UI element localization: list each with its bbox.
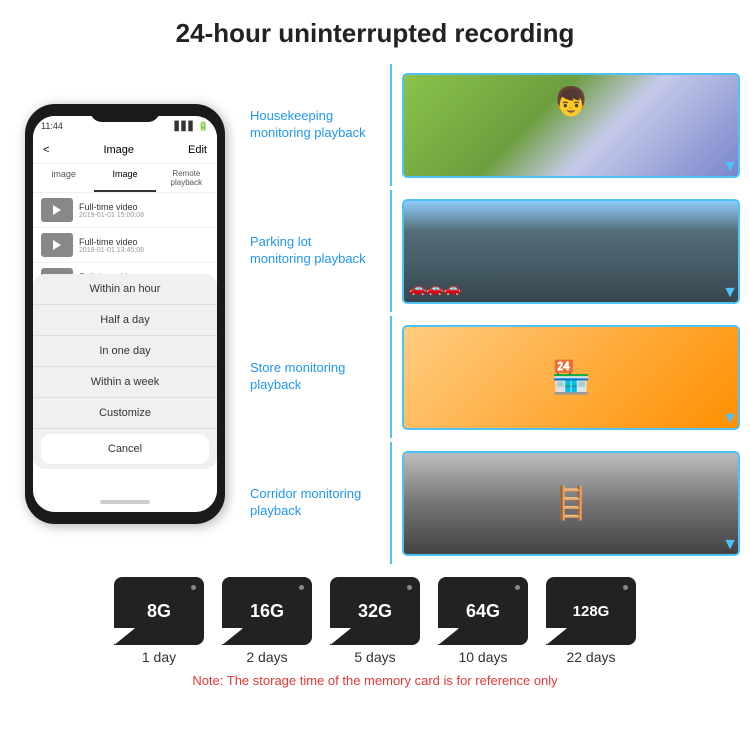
phone-mockup: 11:44 ▋▋▋ 🔋 < Image Edit image Image Rem…	[25, 104, 225, 524]
corridor-photo	[402, 451, 740, 556]
card-notch	[222, 629, 242, 645]
card-size-16g: 16G	[250, 601, 284, 622]
dropdown-cancel-button[interactable]: Cancel	[41, 434, 209, 464]
storage-note: Note: The storage time of the memory car…	[192, 673, 557, 688]
dropdown-item-customize[interactable]: Customize	[33, 398, 217, 429]
housekeeping-photo	[402, 73, 740, 178]
card-notch	[114, 629, 134, 645]
card-item-64g: 64G 10 days	[438, 577, 528, 665]
dropdown-item-within-hour[interactable]: Within an hour	[33, 274, 217, 305]
monitoring-label-corridor: Corridor monitoringplayback	[250, 486, 380, 520]
card-days-128g: 22 days	[566, 649, 615, 665]
play-icon	[53, 205, 61, 215]
monitoring-image-housekeeping: ▼	[402, 73, 740, 178]
card-item-128g: 128G 22 days	[546, 577, 636, 665]
dropdown-item-within-week[interactable]: Within a week	[33, 367, 217, 398]
memory-card-8g: 8G	[114, 577, 204, 645]
phone-screen: 11:44 ▋▋▋ 🔋 < Image Edit image Image Rem…	[33, 116, 217, 512]
card-notch	[330, 629, 350, 645]
monitoring-section: Housekeepingmonitoring playback ▼ Parkin…	[250, 59, 740, 569]
dropdown-item-half-day[interactable]: Half a day	[33, 305, 217, 336]
memory-card-16g: 16G	[222, 577, 312, 645]
video-title: Full-time video	[79, 237, 209, 247]
card-days-16g: 2 days	[246, 649, 287, 665]
card-days-32g: 5 days	[354, 649, 395, 665]
video-title: Full-time video	[79, 202, 209, 212]
phone-nav-bar: < Image Edit	[33, 136, 217, 164]
card-size-32g: 32G	[358, 601, 392, 622]
card-notch	[546, 629, 566, 645]
video-thumbnail	[41, 198, 73, 222]
edit-button[interactable]: Edit	[188, 144, 207, 156]
monitoring-item-housekeeping: Housekeepingmonitoring playback ▼	[250, 64, 740, 186]
card-size-8g: 8G	[147, 601, 171, 622]
list-item: Full-time video 2019-01-01 13:45:08	[33, 228, 217, 263]
phone-bottom-bar	[33, 492, 217, 512]
video-date: 2019-01-01 13:45:08	[79, 247, 209, 254]
monitoring-image-parking: ▼	[402, 199, 740, 304]
tab-remote-playback[interactable]: Remote playback	[156, 164, 217, 192]
page-header: 24-hour uninterrupted recording	[0, 0, 750, 59]
phone-tabs: image Image Remote playback	[33, 164, 217, 193]
monitoring-image-store: ▼	[402, 325, 740, 430]
memory-card-32g: 32G	[330, 577, 420, 645]
monitoring-image-corridor: ▼	[402, 451, 740, 556]
filter-dropdown[interactable]: Within an hour Half a day In one day Wit…	[33, 274, 217, 469]
play-icon	[53, 240, 61, 250]
phone-section: 11:44 ▋▋▋ 🔋 < Image Edit image Image Rem…	[10, 59, 240, 569]
card-size-128g: 128G	[573, 603, 610, 620]
card-notch	[438, 629, 458, 645]
home-bar	[100, 500, 150, 504]
storage-section: 8G 1 day 16G 2 days 32G 5 days	[0, 569, 750, 692]
back-button[interactable]: <	[43, 144, 49, 156]
phone-notch	[90, 104, 160, 122]
card-dot	[407, 585, 412, 590]
card-dot	[623, 585, 628, 590]
video-thumbnail	[41, 233, 73, 257]
card-size-64g: 64G	[466, 601, 500, 622]
phone-time: 11:44	[41, 121, 63, 131]
parking-photo	[402, 199, 740, 304]
monitoring-label-store: Store monitoringplayback	[250, 360, 380, 394]
card-item-8g: 8G 1 day	[114, 577, 204, 665]
video-date: 2019-01-01 15:00:08	[79, 212, 209, 219]
tab-image-active[interactable]: Image	[94, 164, 155, 192]
nav-title: Image	[103, 144, 134, 156]
monitoring-item-store: Store monitoringplayback ▼	[250, 316, 740, 438]
list-item: Full-time video 2019-01-01 15:00:08	[33, 193, 217, 228]
storage-cards-row: 8G 1 day 16G 2 days 32G 5 days	[114, 577, 636, 665]
video-info: Full-time video 2019-01-01 13:45:08	[79, 237, 209, 254]
card-dot	[191, 585, 196, 590]
video-info: Full-time video 2019-01-01 15:00:08	[79, 202, 209, 219]
monitoring-label-housekeeping: Housekeepingmonitoring playback	[250, 108, 380, 142]
monitoring-label-parking: Parking lotmonitoring playback	[250, 234, 380, 268]
card-dot	[515, 585, 520, 590]
main-content: 11:44 ▋▋▋ 🔋 < Image Edit image Image Rem…	[0, 59, 750, 569]
memory-card-64g: 64G	[438, 577, 528, 645]
card-days-64g: 10 days	[458, 649, 507, 665]
monitoring-item-parking: Parking lotmonitoring playback ▼	[250, 190, 740, 312]
card-dot	[299, 585, 304, 590]
phone-signal: ▋▋▋ 🔋	[175, 121, 209, 132]
card-days-8g: 1 day	[142, 649, 176, 665]
card-item-32g: 32G 5 days	[330, 577, 420, 665]
page-title: 24-hour uninterrupted recording	[20, 18, 730, 49]
store-photo	[402, 325, 740, 430]
tab-image[interactable]: image	[33, 164, 94, 192]
monitoring-item-corridor: Corridor monitoringplayback ▼	[250, 442, 740, 564]
dropdown-item-one-day[interactable]: In one day	[33, 336, 217, 367]
memory-card-128g: 128G	[546, 577, 636, 645]
card-item-16g: 16G 2 days	[222, 577, 312, 665]
